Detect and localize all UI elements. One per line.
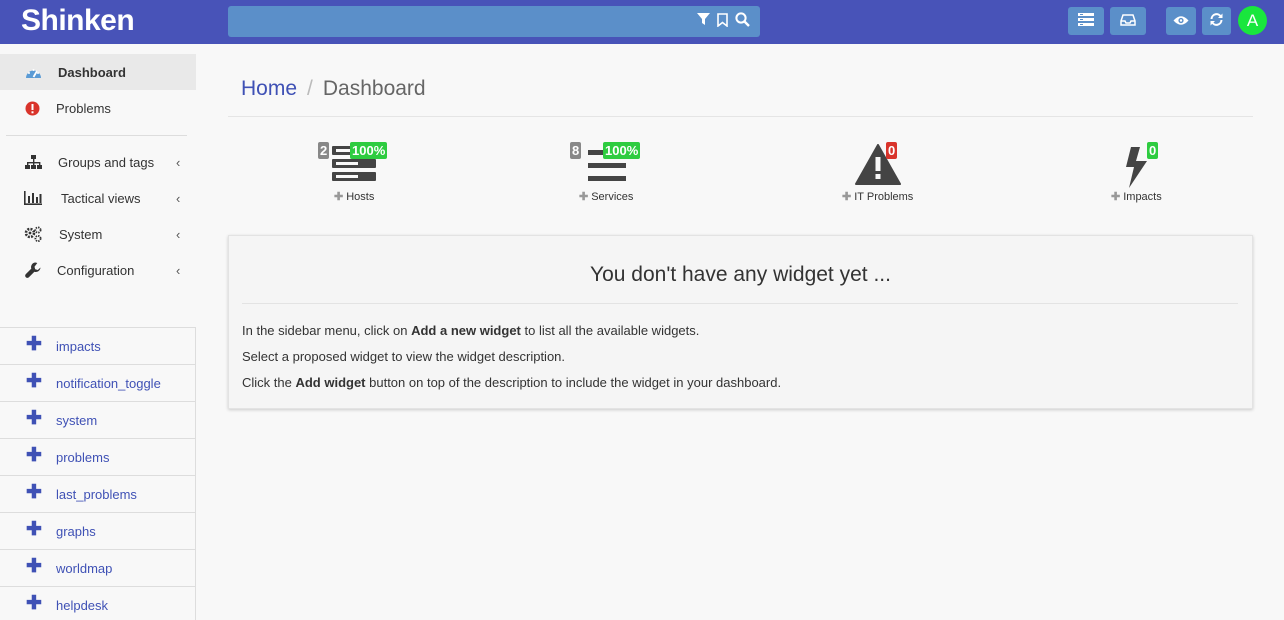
- gears-icon: [24, 226, 42, 242]
- inbox-icon: [1120, 13, 1136, 29]
- avatar[interactable]: A: [1238, 6, 1267, 35]
- brand-logo[interactable]: Shinken: [21, 4, 135, 38]
- it-problems-label: ✚ IT Problems: [842, 191, 914, 203]
- sidebar-item-dashboard[interactable]: Dashboard: [0, 54, 196, 90]
- it-problems-count-badge: 0: [886, 142, 898, 159]
- breadcrumb: Home / Dashboard: [241, 77, 426, 101]
- refresh-button[interactable]: [1202, 7, 1231, 35]
- plus-icon: ✚: [1111, 191, 1121, 203]
- widget-item-notification-toggle[interactable]: ✚ notification_toggle: [0, 364, 195, 401]
- sidebar-item-label: Configuration: [57, 262, 135, 278]
- impacts-label: ✚ Impacts: [1111, 191, 1162, 203]
- list-button[interactable]: [1068, 7, 1104, 35]
- plus-icon: ✚: [26, 482, 42, 503]
- wrench-icon: [24, 262, 42, 278]
- widget-label: helpdesk: [56, 598, 109, 613]
- services-label: ✚ Services: [579, 191, 634, 203]
- sidebar-item-label: Problems: [56, 100, 111, 116]
- chevron-left-icon: ‹: [176, 226, 181, 242]
- widget-label: last_problems: [56, 487, 137, 502]
- dashboard-icon: [24, 64, 42, 80]
- instruction-line-1: In the sidebar menu, click on Add a new …: [242, 323, 700, 338]
- breadcrumb-separator: /: [307, 77, 313, 100]
- sidebar-item-groups-and-tags[interactable]: Groups and tags ‹: [0, 144, 196, 180]
- list-icon: [1078, 13, 1094, 29]
- sidebar-item-tactical-views[interactable]: Tactical views ‹: [0, 180, 196, 216]
- widget-label: graphs: [56, 524, 96, 539]
- no-widget-panel: You don't have any widget yet ... In the…: [228, 235, 1253, 409]
- impacts-count-badge: 0: [1147, 142, 1159, 159]
- header-divider: [228, 116, 1253, 117]
- widget-item-worldmap[interactable]: ✚ worldmap: [0, 549, 195, 586]
- panel-divider: [242, 303, 1238, 304]
- eye-icon: [1173, 14, 1189, 29]
- sidebar-item-configuration[interactable]: Configuration ‹: [0, 252, 196, 288]
- sidebar-item-label: Dashboard: [58, 64, 126, 80]
- chevron-left-icon: ‹: [176, 154, 181, 170]
- hosts-count-badge: 2: [318, 142, 330, 159]
- hosts-label: ✚ Hosts: [334, 191, 375, 203]
- breadcrumb-home-link[interactable]: Home: [241, 77, 297, 100]
- panel-title: You don't have any widget yet ...: [590, 263, 891, 286]
- plus-icon: ✚: [26, 445, 42, 466]
- instruction-line-2: Select a proposed widget to view the wid…: [242, 349, 566, 364]
- plus-icon: ✚: [579, 191, 589, 203]
- sidebar-item-problems[interactable]: Problems: [0, 90, 196, 126]
- widget-label: worldmap: [56, 561, 113, 576]
- sidebar-item-system[interactable]: System ‹: [0, 216, 196, 252]
- services-count-badge: 8: [570, 142, 582, 159]
- plus-icon: ✚: [842, 191, 852, 203]
- widget-item-problems[interactable]: ✚ problems: [0, 438, 195, 475]
- refresh-icon: [1209, 12, 1224, 30]
- sidebar-item-label: Tactical views: [61, 190, 141, 206]
- sidebar-item-label: Groups and tags: [58, 154, 155, 170]
- plus-icon: ✚: [26, 593, 42, 614]
- bookmark-icon[interactable]: [717, 12, 728, 27]
- sidebar-item-label: System: [59, 226, 103, 242]
- instruction-line-3: Click the Add widget button on top of th…: [242, 375, 782, 390]
- filter-icon[interactable]: [697, 13, 710, 26]
- chevron-left-icon: ‹: [176, 262, 181, 278]
- bolt-icon: [1125, 147, 1149, 191]
- plus-icon: ✚: [26, 371, 42, 392]
- widget-label: notification_toggle: [56, 376, 161, 391]
- widget-item-last-problems[interactable]: ✚ last_problems: [0, 475, 195, 512]
- widget-item-system[interactable]: ✚ system: [0, 401, 195, 438]
- plus-icon: ✚: [334, 191, 344, 203]
- sidebar-divider: [6, 135, 187, 136]
- sitemap-icon: [24, 154, 42, 170]
- plus-icon: ✚: [26, 334, 42, 355]
- plus-icon: ✚: [26, 519, 42, 540]
- search-input[interactable]: [228, 6, 760, 37]
- widget-label: system: [56, 413, 98, 428]
- search-icon[interactable]: [735, 12, 750, 27]
- hosts-percent-badge: 100%: [350, 142, 388, 159]
- bar-chart-icon: [24, 190, 42, 206]
- widget-label: impacts: [56, 339, 101, 354]
- widget-label: problems: [56, 450, 110, 465]
- chevron-left-icon: ‹: [176, 190, 181, 206]
- eye-button[interactable]: [1166, 7, 1196, 35]
- services-percent-badge: 100%: [603, 142, 641, 159]
- exclamation-circle-icon: [23, 100, 41, 116]
- plus-icon: ✚: [26, 556, 42, 577]
- top-navbar: Shinken A: [0, 0, 1284, 44]
- widget-item-impacts[interactable]: ✚ impacts: [0, 327, 195, 364]
- widget-item-helpdesk[interactable]: ✚ helpdesk: [0, 586, 195, 620]
- widget-item-graphs[interactable]: ✚ graphs: [0, 512, 195, 549]
- breadcrumb-current: Dashboard: [322, 77, 426, 100]
- widget-list: ✚ impacts ✚ notification_toggle ✚ system…: [0, 327, 196, 620]
- sidebar: Dashboard Problems Groups and tags ‹ Tac…: [0, 44, 196, 620]
- plus-icon: ✚: [26, 408, 42, 429]
- inbox-button[interactable]: [1110, 7, 1146, 35]
